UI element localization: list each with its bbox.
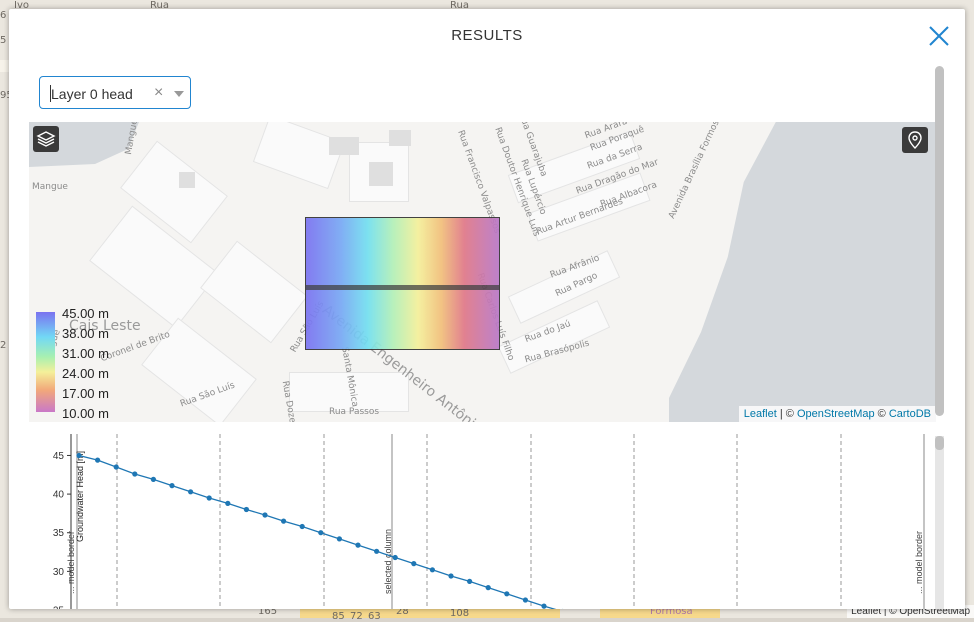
chart-svg: 2530354045Groundwater Head [m]... model … xyxy=(29,434,933,609)
city-block xyxy=(200,241,308,344)
street-label: Mangue xyxy=(32,182,68,192)
background-label: 6 xyxy=(0,10,6,21)
chart-scrollbar[interactable] xyxy=(935,436,944,609)
background-label: 72 xyxy=(350,611,363,622)
legend-label: 17.00 m xyxy=(62,386,109,401)
background-label: 5 xyxy=(0,35,6,46)
building xyxy=(179,172,195,188)
openstreetmap-link[interactable]: OpenStreetMap xyxy=(797,408,875,420)
legend-label: 38.00 m xyxy=(62,326,109,341)
data-point xyxy=(541,604,546,609)
data-point xyxy=(374,549,379,554)
data-point xyxy=(337,536,342,541)
background-label: 63 xyxy=(368,611,381,622)
data-point xyxy=(281,519,286,524)
legend-label: 31.00 m xyxy=(62,346,109,361)
y-tick-label: 25 xyxy=(53,606,65,610)
layer-select-value: Layer 0 head xyxy=(51,86,133,102)
city-block xyxy=(253,122,345,189)
data-point xyxy=(207,495,212,500)
chart-annotation: ... model border xyxy=(914,531,924,594)
layers-control-button[interactable] xyxy=(33,126,59,152)
data-point xyxy=(393,555,398,560)
color-legend: 45.00 m 38.00 m 31.00 m 24.00 m 17.00 m … xyxy=(34,312,124,422)
data-point xyxy=(114,464,119,469)
legend-label: 45.00 m xyxy=(62,306,109,321)
groundwater-head-chart[interactable]: 2530354045Groundwater Head [m]... model … xyxy=(29,434,933,609)
background-label: 108 xyxy=(450,608,469,619)
layer-select[interactable]: Layer 0 head × xyxy=(39,76,191,109)
data-point xyxy=(244,507,249,512)
building xyxy=(329,137,359,155)
data-point xyxy=(76,453,81,458)
data-point xyxy=(188,489,193,494)
map-marker-icon xyxy=(902,127,928,153)
data-point xyxy=(151,477,156,482)
chart-annotation: selected column xyxy=(383,529,393,594)
data-point xyxy=(300,524,305,529)
data-point xyxy=(132,471,137,476)
water-area xyxy=(669,122,936,422)
data-point xyxy=(486,585,491,590)
attribution-separator: © xyxy=(875,408,889,420)
data-point xyxy=(523,597,528,602)
y-axis-label: Groundwater Head [m] xyxy=(75,451,85,542)
chart-annotation: ... model border xyxy=(66,531,76,594)
close-icon xyxy=(927,24,951,48)
data-point xyxy=(169,483,174,488)
results-map[interactable]: Rua Francisco Valpassos Rua Doutor Henri… xyxy=(29,122,936,422)
building xyxy=(369,162,393,186)
clear-icon[interactable]: × xyxy=(154,84,163,102)
y-tick-label: 45 xyxy=(53,451,65,462)
data-point xyxy=(411,561,416,566)
y-tick-label: 40 xyxy=(53,490,65,501)
background-label: 85 xyxy=(332,611,345,622)
cartodb-link[interactable]: CartoDB xyxy=(889,408,931,420)
head-raster-overlay[interactable] xyxy=(305,217,500,350)
data-point xyxy=(262,512,267,517)
legend-color-bar xyxy=(36,312,55,412)
legend-label: 24.00 m xyxy=(62,366,109,381)
y-tick-label: 30 xyxy=(53,567,65,578)
y-tick-label: 35 xyxy=(53,528,65,539)
data-point xyxy=(430,567,435,572)
attribution-separator: | © xyxy=(777,408,797,420)
street-label: Rua Passos xyxy=(329,407,379,417)
location-control-button[interactable] xyxy=(902,127,928,153)
layers-icon xyxy=(33,126,59,152)
close-button[interactable] xyxy=(927,24,951,48)
data-point xyxy=(467,579,472,584)
chevron-down-icon[interactable] xyxy=(174,91,184,97)
modal-title: RESULTS xyxy=(9,27,965,44)
leaflet-link[interactable]: Leaflet xyxy=(744,408,777,420)
data-point xyxy=(448,573,453,578)
scrollbar-thumb[interactable] xyxy=(935,66,944,416)
data-point xyxy=(355,543,360,548)
data-point xyxy=(318,530,323,535)
legend-label: 10.00 m xyxy=(62,406,109,421)
data-point xyxy=(225,501,230,506)
selected-row-line xyxy=(306,285,499,290)
background-label: 2 xyxy=(0,340,6,351)
chart-scrollbar-thumb[interactable] xyxy=(935,436,944,450)
building xyxy=(389,130,411,146)
street-label: Avenida Brasília Formosa xyxy=(667,122,724,220)
data-point xyxy=(504,591,509,596)
results-modal: RESULTS Layer 0 head × Rua Francisco Val… xyxy=(9,9,965,609)
background-street xyxy=(0,60,9,72)
map-attribution: Leaflet | © OpenStreetMap © CartoDB xyxy=(739,406,936,422)
data-point xyxy=(95,458,100,463)
